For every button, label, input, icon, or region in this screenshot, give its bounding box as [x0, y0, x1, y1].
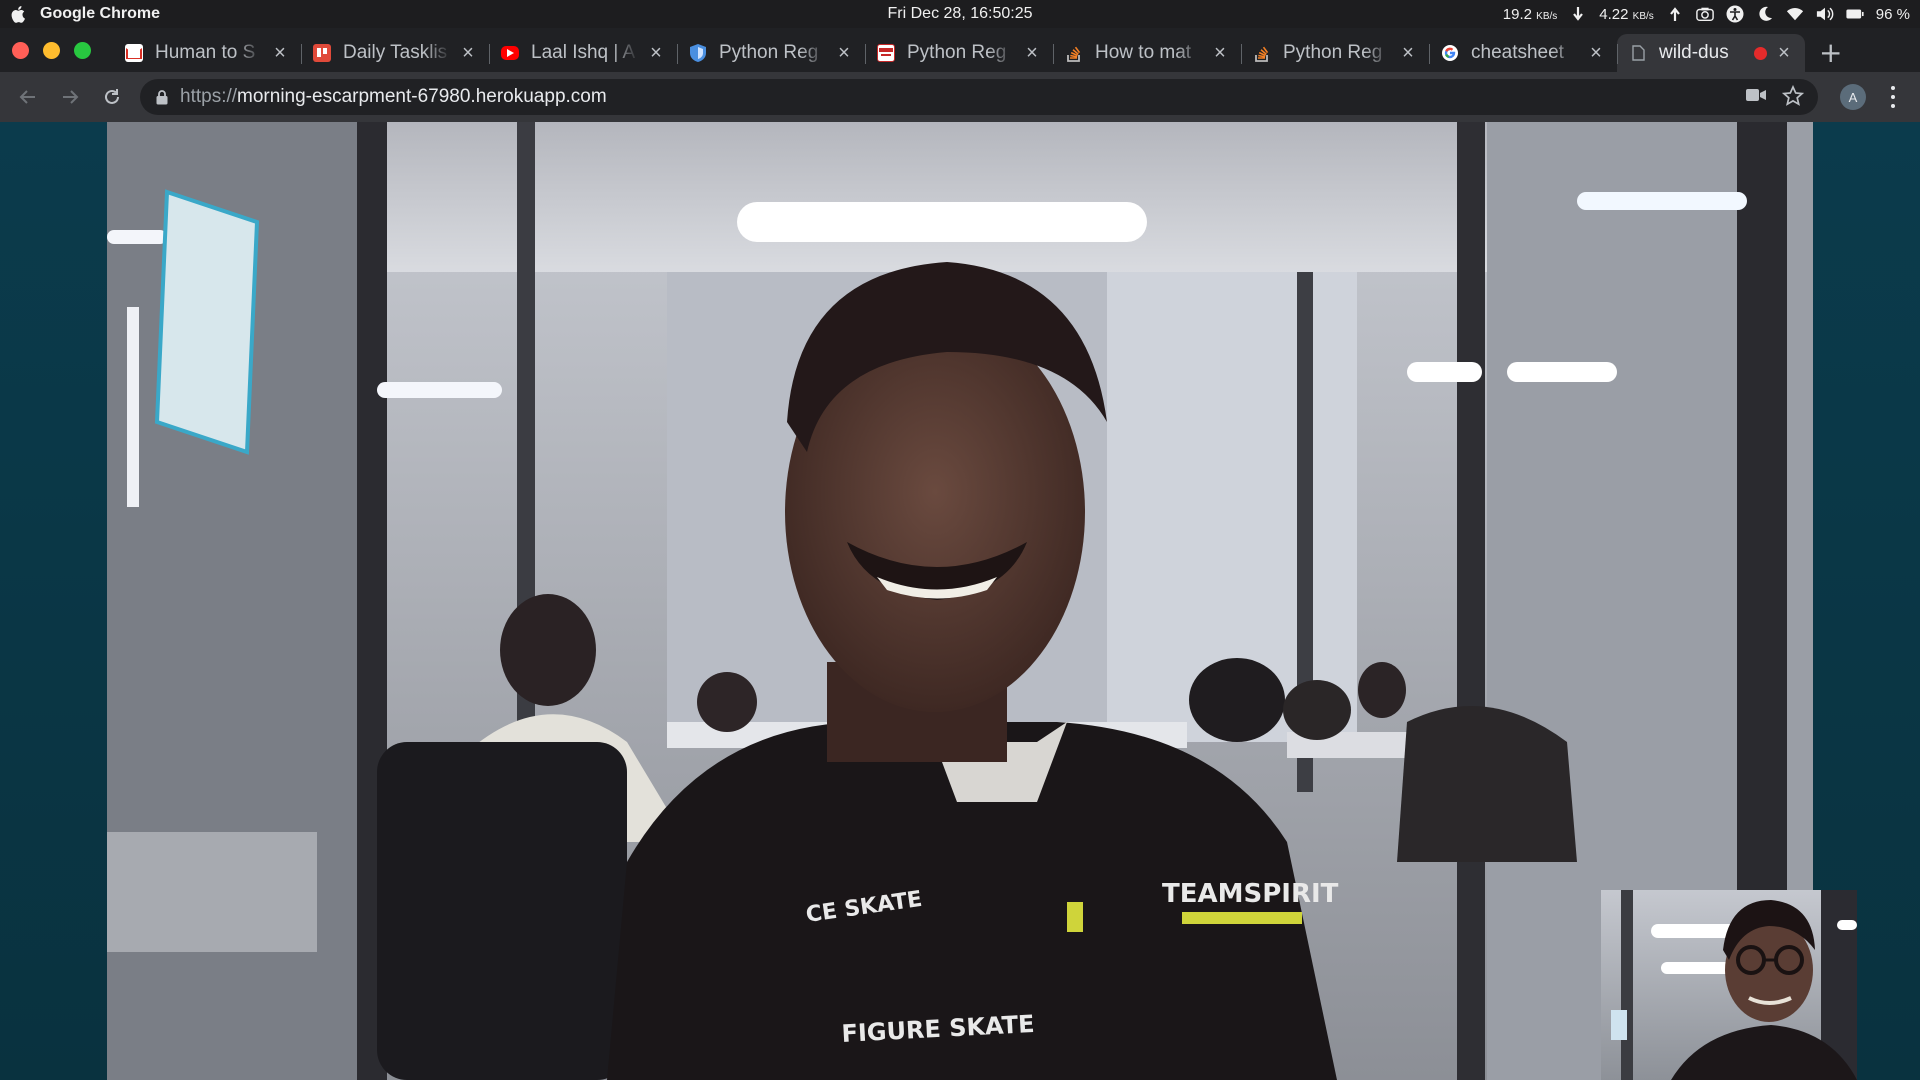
profile-avatar[interactable]: A	[1840, 84, 1866, 110]
tab-gmail[interactable]: Human to S ×	[113, 34, 301, 72]
tab-title: How to mat	[1095, 42, 1192, 63]
tab-python-regex-3[interactable]: Python Reg ×	[1241, 34, 1429, 72]
reload-button[interactable]	[98, 83, 126, 111]
browser-tab-strip: Human to S × Daily Tasklis × Laal Ishq |…	[0, 28, 1920, 72]
active-app-name[interactable]: Google Chrome	[40, 5, 160, 23]
stackoverflow-icon	[1253, 44, 1271, 62]
recording-indicator-icon	[1754, 46, 1767, 60]
network-download-speed: 19.2 KB/s	[1502, 5, 1558, 23]
battery-percentage: 96 %	[1875, 5, 1910, 23]
network-upload-speed: 4.22 KB/s	[1599, 5, 1654, 23]
camera-indicator-icon[interactable]	[1695, 6, 1714, 22]
forward-button[interactable]	[56, 83, 84, 111]
tab-python-regex-1[interactable]: Python Reg ×	[677, 34, 865, 72]
youtube-icon	[501, 46, 519, 60]
url-text[interactable]: https://morning-escarpment-67980.herokua…	[180, 86, 607, 108]
browser-toolbar: https://morning-escarpment-67980.herokua…	[0, 72, 1920, 122]
minimize-window-button[interactable]	[43, 41, 60, 59]
tab-title: Human to S	[155, 42, 256, 63]
maximize-window-button[interactable]	[74, 41, 91, 59]
tab-wild-dust-active[interactable]: wild-dus ×	[1617, 34, 1805, 72]
close-window-button[interactable]	[12, 41, 29, 59]
tab-how-to-match[interactable]: How to mat ×	[1053, 34, 1241, 72]
system-clock[interactable]: Fri Dec 28, 16:50:25	[888, 5, 1033, 23]
system-menu-bar: Google Chrome Fri Dec 28, 16:50:25 19.2 …	[0, 0, 1920, 28]
blank-page-icon	[1629, 44, 1647, 62]
download-arrow-icon	[1569, 6, 1587, 22]
local-preview-video[interactable]	[1601, 890, 1857, 1080]
tab-title: cheatsheet	[1471, 42, 1564, 63]
google-icon	[1441, 44, 1459, 62]
page-content: CE SKATE FIGURE SKATE TEAMSPIRIT	[0, 122, 1920, 1080]
camera-in-use-icon[interactable]	[1746, 87, 1766, 106]
close-tab-icon[interactable]: ×	[1587, 42, 1605, 65]
accessibility-icon[interactable]	[1726, 5, 1744, 23]
tab-title: Laal Ishq | A	[531, 42, 636, 63]
svg-text:TEAMSPIRIT: TEAMSPIRIT	[1162, 879, 1339, 909]
tab-python-regex-2[interactable]: Python Reg ×	[865, 34, 1053, 72]
tab-youtube[interactable]: Laal Ishq | A ×	[489, 34, 677, 72]
tab-trello[interactable]: Daily Tasklis ×	[301, 34, 489, 72]
remote-video-frame: CE SKATE FIGURE SKATE TEAMSPIRIT	[107, 122, 1813, 1080]
close-tab-icon[interactable]: ×	[1023, 42, 1041, 65]
tab-title: Python Reg	[1283, 42, 1383, 63]
address-bar[interactable]: https://morning-escarpment-67980.herokua…	[140, 79, 1818, 115]
window-controls	[12, 41, 91, 59]
upload-arrow-icon	[1666, 6, 1684, 22]
local-video-frame	[1601, 890, 1857, 1080]
shield-icon	[689, 44, 707, 62]
volume-icon[interactable]	[1816, 6, 1834, 22]
close-tab-icon[interactable]: ×	[271, 42, 289, 65]
bookmark-star-icon[interactable]	[1781, 84, 1805, 111]
wifi-icon[interactable]	[1786, 6, 1804, 22]
close-tab-icon[interactable]: ×	[647, 42, 665, 65]
apple-icon[interactable]	[10, 5, 28, 23]
close-tab-icon[interactable]: ×	[459, 42, 477, 65]
page-icon	[877, 44, 895, 62]
tab-cheatsheet[interactable]: cheatsheet ×	[1429, 34, 1617, 72]
close-tab-icon[interactable]: ×	[1775, 42, 1793, 65]
gmail-icon	[125, 44, 143, 62]
back-button[interactable]	[14, 83, 42, 111]
chrome-menu-icon[interactable]	[1890, 84, 1896, 110]
lock-icon[interactable]	[156, 89, 168, 105]
close-tab-icon[interactable]: ×	[1399, 42, 1417, 65]
tab-title: Daily Tasklis	[343, 42, 448, 63]
new-tab-button[interactable]: +	[1819, 36, 1842, 69]
stackoverflow-icon	[1065, 44, 1083, 62]
tab-title: Python Reg	[719, 42, 819, 63]
remote-participant-video[interactable]: CE SKATE FIGURE SKATE TEAMSPIRIT	[107, 122, 1813, 1080]
tab-title: wild-dus	[1659, 42, 1729, 63]
night-mode-moon-icon[interactable]	[1756, 6, 1774, 22]
tab-title: Python Reg	[907, 42, 1007, 63]
battery-icon[interactable]	[1846, 6, 1864, 22]
close-tab-icon[interactable]: ×	[835, 42, 853, 65]
trello-icon	[313, 44, 331, 62]
close-tab-icon[interactable]: ×	[1211, 42, 1229, 65]
